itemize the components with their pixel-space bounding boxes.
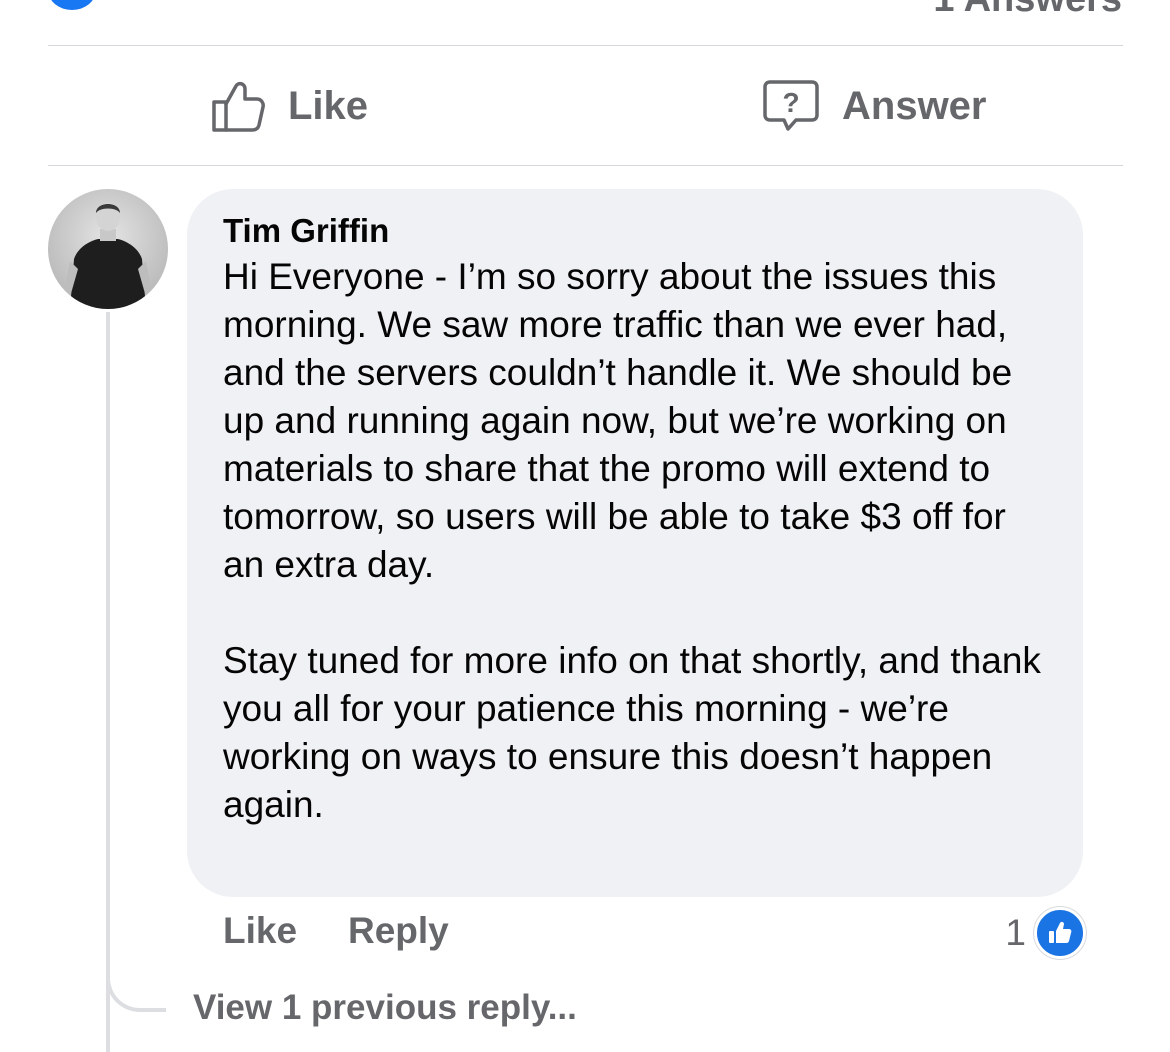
post-like-button[interactable]: Like (210, 75, 368, 137)
answers-count[interactable]: 1 Answers (933, 0, 1122, 21)
divider-top (48, 45, 1123, 46)
comment-text-paragraph-1: Hi Everyone - I’m so sorry about the iss… (223, 256, 1013, 585)
comment-text-paragraph-2: Stay tuned for more info on that shortly… (223, 640, 1041, 825)
comment-bubble: Tim Griffin Hi Everyone - I’m so sorry a… (187, 189, 1083, 897)
reaction-summary[interactable]: 1 (1005, 907, 1086, 959)
post-like-label: Like (288, 83, 369, 128)
thread-line (106, 312, 110, 1052)
thumbs-up-icon (1034, 907, 1086, 959)
question-bubble-icon: ? (762, 78, 820, 134)
comment-like-button[interactable]: Like (223, 910, 297, 952)
comment-author-name[interactable]: Tim Griffin (223, 211, 1053, 251)
post-answer-button[interactable]: ? Answer (762, 75, 987, 137)
thumbs-up-outline-icon (210, 78, 266, 134)
divider-bottom (48, 165, 1123, 166)
top-cut-reaction-icon (48, 0, 96, 10)
thread-branch (106, 960, 166, 1012)
reaction-count: 1 (1005, 912, 1026, 953)
comment-reply-button[interactable]: Reply (348, 910, 449, 952)
svg-text:?: ? (782, 87, 799, 118)
view-previous-replies-link[interactable]: View 1 previous reply... (193, 988, 577, 1028)
avatar[interactable] (48, 189, 168, 309)
post-answer-label: Answer (842, 83, 987, 128)
